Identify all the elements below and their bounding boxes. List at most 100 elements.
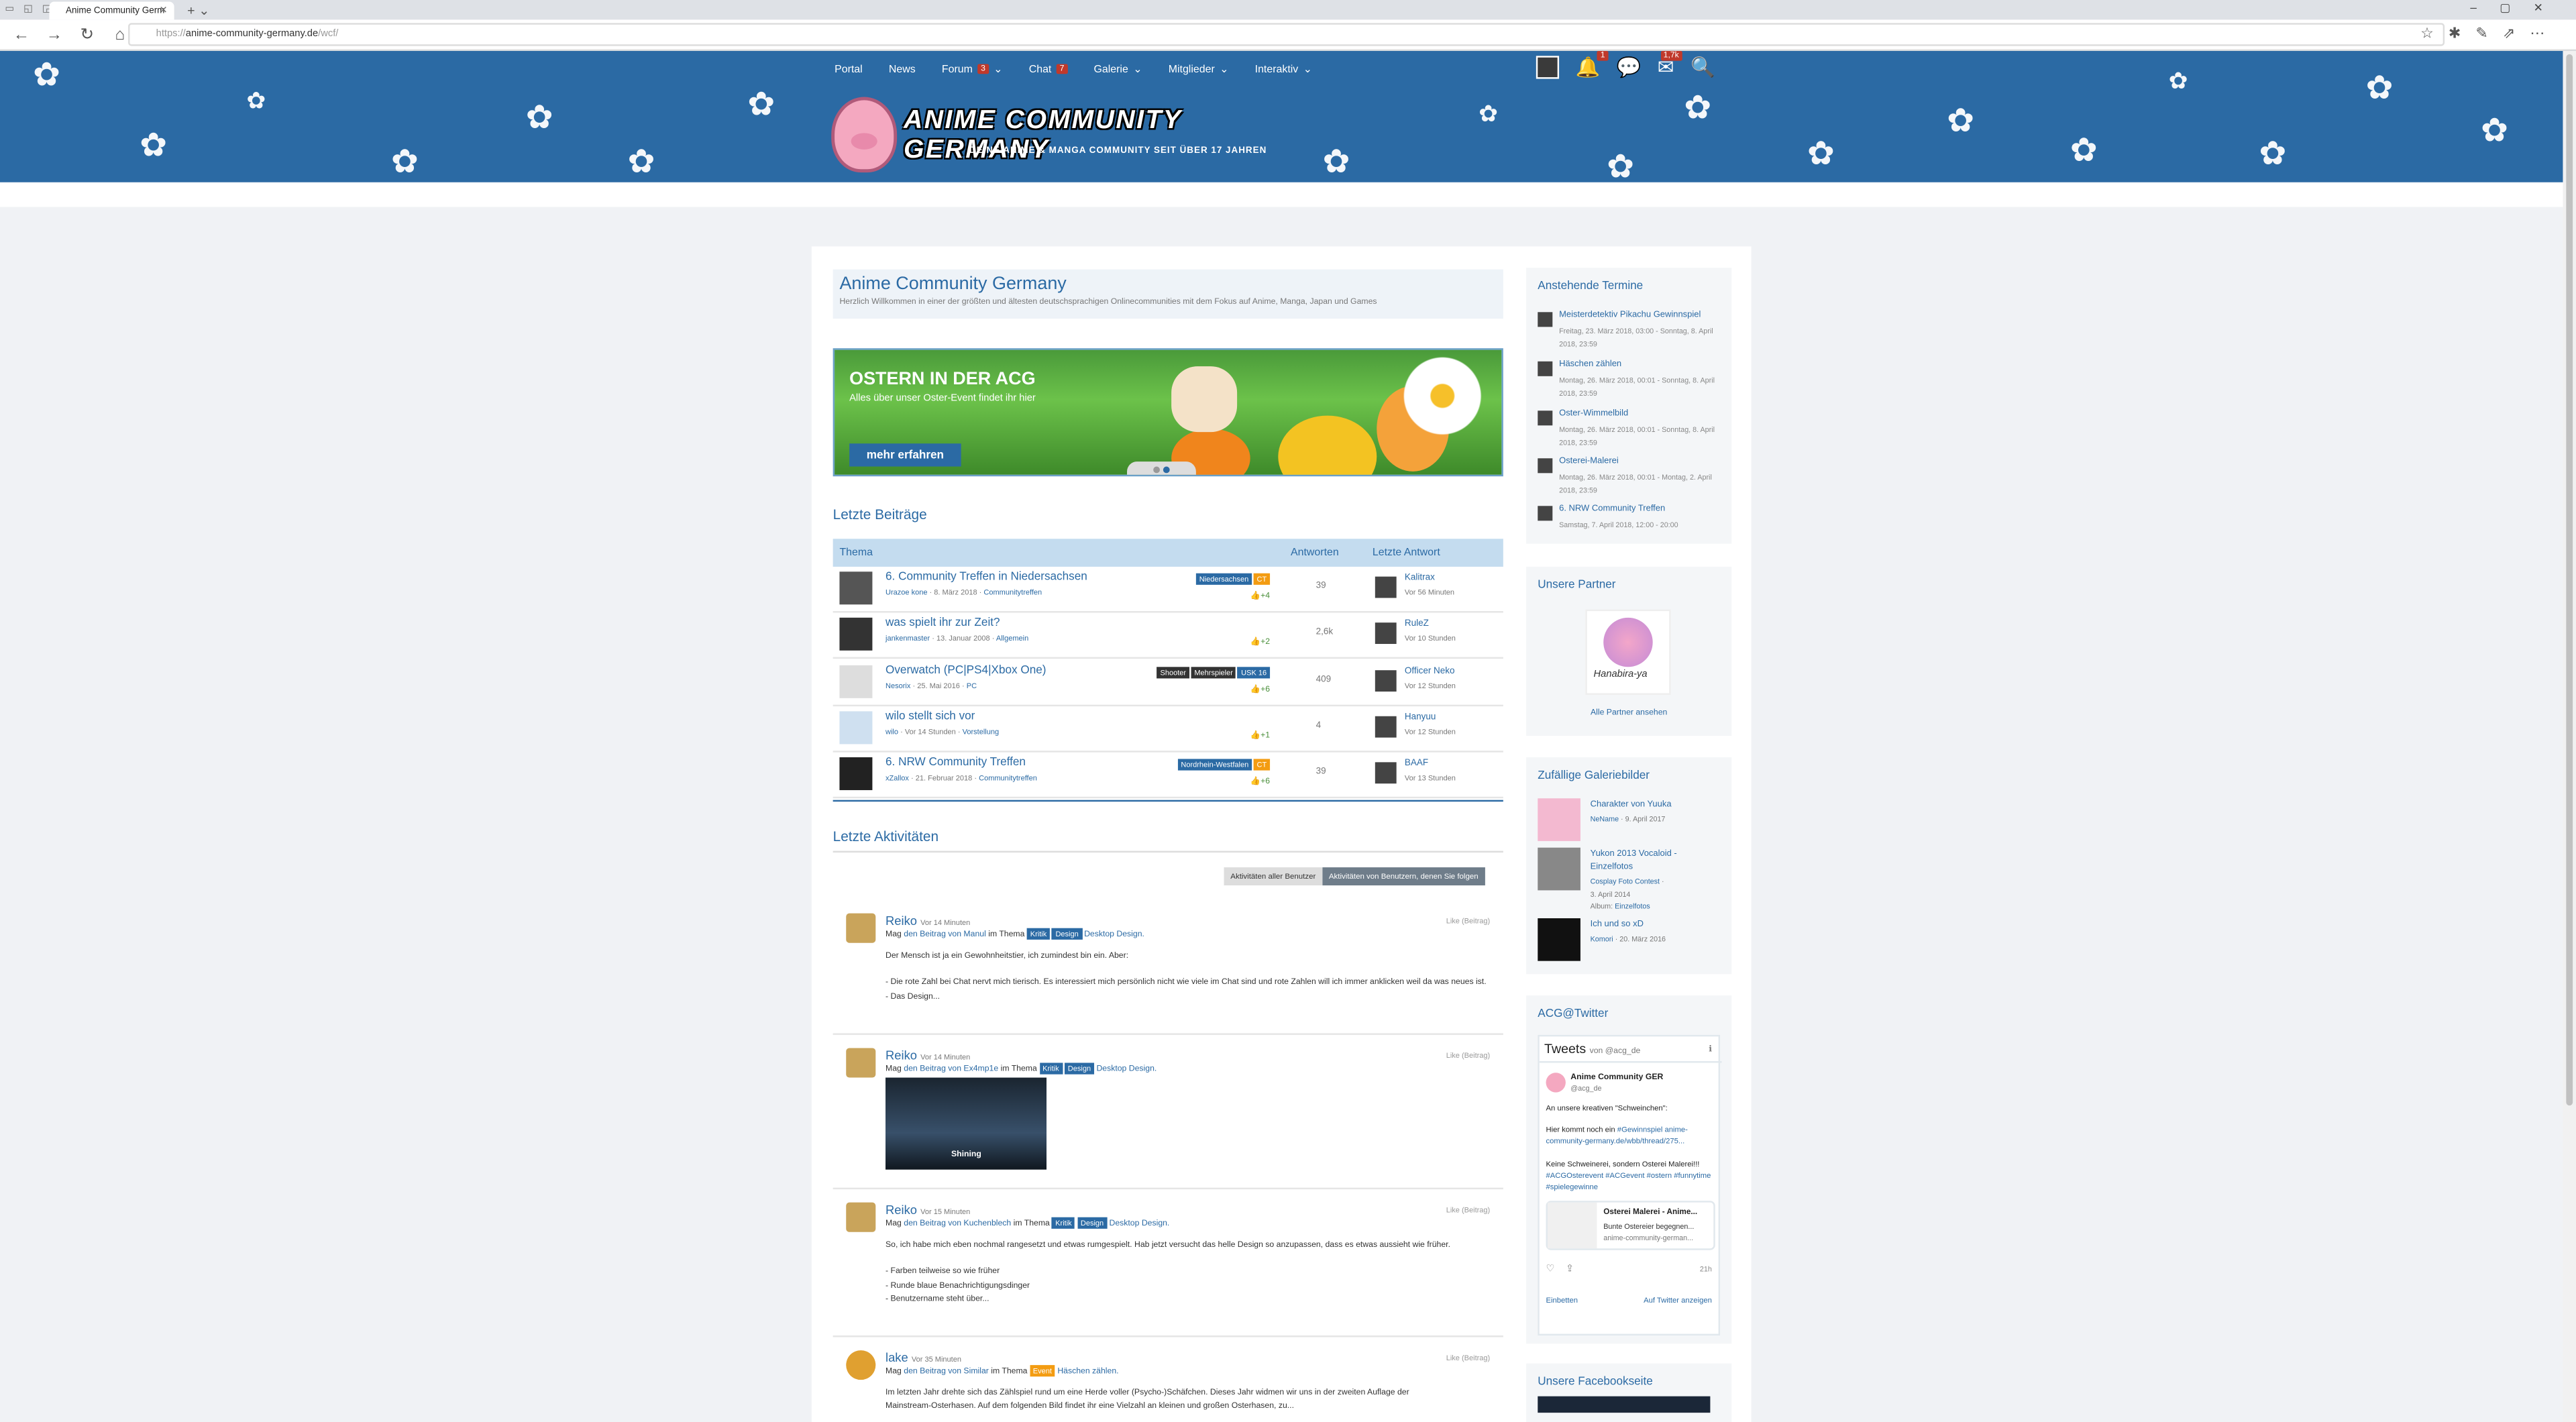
last-reply-user[interactable]: Officer Neko: [1405, 667, 1455, 677]
nav-galerie[interactable]: Galerie ⌄: [1081, 59, 1155, 78]
avatar[interactable]: [1375, 670, 1397, 692]
tag-event[interactable]: Event: [1029, 1365, 1055, 1377]
activity-user[interactable]: Reiko: [885, 1048, 917, 1062]
nav-news[interactable]: News: [875, 59, 928, 78]
scrollbar-thumb[interactable]: [2566, 54, 2573, 1106]
forward-icon[interactable]: →: [43, 25, 66, 44]
avatar[interactable]: [846, 1350, 876, 1380]
nav-chat[interactable]: Chat 7: [1016, 59, 1081, 78]
activity-user[interactable]: Reiko: [885, 914, 917, 928]
topic-board[interactable]: Vorstellung: [963, 728, 1000, 736]
topic-author[interactable]: Nesorix: [885, 681, 910, 690]
close-icon[interactable]: ✕: [159, 5, 167, 17]
share-icon[interactable]: ⇪: [1566, 1265, 1574, 1275]
activity-user[interactable]: Reiko: [885, 1203, 917, 1217]
browser-toolbar-icons[interactable]: ☆✱✎⇗⋯: [2420, 25, 2559, 43]
topic-tag[interactable]: CT: [1253, 759, 1271, 771]
last-reply-user[interactable]: Kalitrax: [1405, 573, 1435, 584]
topic-author[interactable]: xZallox: [885, 773, 909, 781]
avatar[interactable]: [1375, 622, 1397, 645]
tweets-by[interactable]: von @acg_de: [1590, 1046, 1641, 1056]
embed-link[interactable]: Einbetten: [1546, 1296, 1578, 1304]
avatar[interactable]: [839, 665, 873, 698]
gallery-title[interactable]: Yukon 2013 Vocaloid - Einzelfotos: [1591, 848, 1722, 874]
tweet-time[interactable]: 21h: [1700, 1265, 1712, 1273]
event-title[interactable]: Häschen zählen: [1559, 360, 1621, 370]
event-title[interactable]: Osterei-Malerei: [1559, 457, 1619, 467]
topic-tag[interactable]: Niedersachsen: [1195, 573, 1252, 585]
gallery-title[interactable]: Ich und so xD: [1591, 918, 1722, 932]
url-input[interactable]: https://anime-community-germany.de/wcf/: [128, 23, 2445, 46]
topic-author[interactable]: Urazoe kone: [885, 588, 927, 596]
topic-board[interactable]: Communitytreffen: [979, 773, 1037, 781]
browser-tab[interactable]: Anime Community Germ ✕: [49, 1, 174, 20]
post-image[interactable]: Shining: [885, 1077, 1047, 1170]
slider-dot[interactable]: [1153, 466, 1160, 474]
last-reply-user[interactable]: Hanyuu: [1405, 713, 1436, 723]
gallery-user[interactable]: NeName: [1591, 815, 1619, 823]
album-link[interactable]: Einzelfotos: [1615, 902, 1650, 910]
nav-mitglieder[interactable]: Mitglieder ⌄: [1155, 59, 1242, 78]
gallery-user[interactable]: Komori: [1591, 934, 1613, 942]
topic-tag[interactable]: USK 16: [1238, 667, 1271, 679]
hashtag-link[interactable]: #ostern: [1647, 1171, 1672, 1179]
gallery-thumbnail[interactable]: [1538, 847, 1580, 891]
tag-design[interactable]: Design: [1064, 1062, 1095, 1075]
info-icon[interactable]: ℹ: [1709, 1045, 1712, 1055]
post-link[interactable]: den Beitrag von Similar: [904, 1367, 989, 1377]
slider-dot-active[interactable]: [1163, 466, 1170, 474]
tab-actions-icon[interactable]: ▭ ◱ ◲: [5, 3, 54, 15]
topic-board[interactable]: Communitytreffen: [983, 588, 1042, 596]
avatar[interactable]: [1375, 576, 1397, 598]
back-icon[interactable]: ←: [10, 25, 33, 44]
hashtag-link[interactable]: #ACGOsterevent #ACGevent: [1546, 1171, 1645, 1179]
topic-author[interactable]: wilo: [885, 728, 898, 736]
topic-author[interactable]: jankenmaster: [885, 634, 930, 642]
topic-tag[interactable]: Nordrhein-Westfalen: [1177, 759, 1252, 771]
avatar[interactable]: [839, 757, 873, 790]
avatar[interactable]: [846, 1048, 876, 1078]
tweet-author[interactable]: Anime Community GER: [1570, 1073, 1663, 1083]
avatar[interactable]: [846, 913, 876, 943]
gallery-thumbnail[interactable]: [1538, 918, 1580, 961]
avatar[interactable]: [839, 617, 873, 651]
topic-title[interactable]: wilo stellt sich vor: [885, 711, 975, 722]
topic-tag[interactable]: CT: [1253, 573, 1271, 585]
gallery-title[interactable]: Charakter von Yuuka: [1591, 798, 1722, 812]
site-logo[interactable]: ANIME COMMUNITY GERMANY DEINE ANIME & MA…: [831, 94, 1307, 176]
nav-forum[interactable]: Forum 3 ⌄: [928, 59, 1016, 78]
mailbox-icon[interactable]: ✉ 1,7k: [1658, 50, 1682, 79]
topic-board[interactable]: PC: [967, 681, 977, 690]
tag-kritik[interactable]: Kritik: [1039, 1062, 1063, 1075]
view-on-twitter-link[interactable]: Auf Twitter anzeigen: [1644, 1296, 1712, 1304]
tag-design[interactable]: Design: [1052, 928, 1082, 940]
topic-tag[interactable]: Mehrspieler: [1191, 667, 1236, 679]
tag-kritik[interactable]: Kritik: [1052, 1217, 1075, 1229]
reload-icon[interactable]: ↻: [76, 25, 99, 44]
conversations-icon[interactable]: 💬: [1617, 56, 1642, 78]
avatar[interactable]: [1375, 762, 1397, 784]
topic-link[interactable]: Desktop Design.: [1084, 930, 1144, 940]
user-avatar[interactable]: [1536, 56, 1560, 79]
followed-users-activity-button[interactable]: Aktivitäten von Benutzern, denen Sie fol…: [1322, 867, 1485, 886]
topic-tag[interactable]: Shooter: [1157, 667, 1189, 679]
topic-link[interactable]: Desktop Design.: [1096, 1064, 1157, 1075]
avatar[interactable]: [1375, 716, 1397, 738]
post-link[interactable]: den Beitrag von Kuchenblech: [904, 1219, 1011, 1229]
avatar[interactable]: [839, 571, 873, 605]
search-icon[interactable]: 🔍: [1690, 56, 1715, 78]
post-link[interactable]: den Beitrag von Ex4mp1e: [904, 1064, 998, 1075]
banner-more-button[interactable]: mehr erfahren: [849, 443, 961, 467]
topic-link[interactable]: Desktop Design.: [1109, 1219, 1169, 1229]
event-title[interactable]: Oster-Wimmelbild: [1559, 409, 1628, 419]
new-tab-icon[interactable]: + ⌄: [187, 3, 209, 18]
nav-portal[interactable]: Portal: [822, 59, 876, 78]
event-title[interactable]: Meisterdetektiv Pikachu Gewinnspiel: [1559, 311, 1701, 321]
page-scrollbar[interactable]: [2563, 50, 2576, 1422]
tweet-handle[interactable]: @acg_de: [1570, 1084, 1601, 1092]
facebook-embed[interactable]: [1538, 1396, 1711, 1413]
avatar[interactable]: [846, 1202, 876, 1232]
last-reply-user[interactable]: BAAF: [1405, 759, 1428, 769]
partner-logo[interactable]: Hanabira-ya: [1585, 609, 1671, 695]
topic-title[interactable]: Overwatch (PC|PS4|Xbox One): [885, 665, 1046, 677]
